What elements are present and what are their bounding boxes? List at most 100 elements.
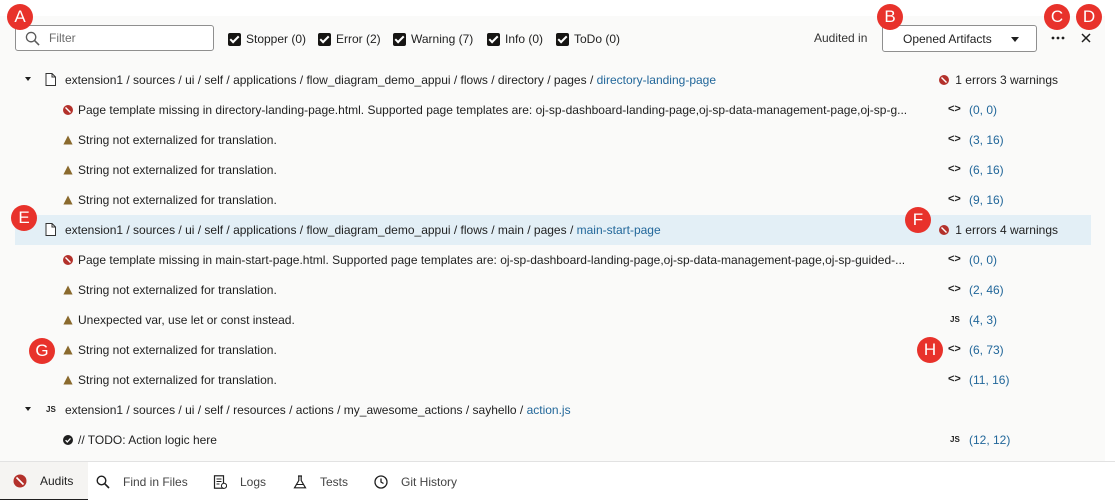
issue-message: Unexpected var, use let or const instead… <box>78 313 295 327</box>
file-icon <box>45 223 56 236</box>
more-options-button[interactable] <box>1049 30 1067 46</box>
warning-icon <box>63 375 73 385</box>
logs-icon <box>213 474 227 489</box>
flask-icon <box>293 474 307 488</box>
checkbox-checked-icon[interactable] <box>393 32 406 46</box>
issue-location-link[interactable]: (9, 16) <box>969 193 1004 207</box>
issue-message: String not externalized for translation. <box>78 373 277 387</box>
issue-message: String not externalized for translation. <box>78 133 277 147</box>
checkbox-label: Info (0) <box>505 32 544 46</box>
tab-find-in-files[interactable]: Find in Files <box>96 462 188 500</box>
callout-c: C <box>1044 4 1070 30</box>
issue-location-link[interactable]: (6, 73) <box>969 343 1004 357</box>
issue-row[interactable]: String not externalized for translation.… <box>15 185 1091 215</box>
html-code-icon: <> <box>948 373 961 385</box>
issue-row[interactable]: String not externalized for translation.… <box>15 275 1091 305</box>
html-code-icon: <> <box>948 103 961 115</box>
html-code-icon: <> <box>948 283 961 295</box>
issue-row[interactable]: // TODO: Action logic here JS (12, 12) <box>15 425 1091 455</box>
issue-location-link[interactable]: (6, 16) <box>969 163 1004 177</box>
issue-row[interactable]: Page template missing in directory-landi… <box>15 95 1091 125</box>
html-code-icon: <> <box>948 163 961 175</box>
issue-location-link[interactable]: (4, 3) <box>969 313 997 327</box>
checkbox-checked-icon[interactable] <box>228 32 241 46</box>
checkbox-label: Error (2) <box>336 32 381 46</box>
issue-message: // TODO: Action logic here <box>78 433 217 447</box>
file-link[interactable]: main-start-page <box>577 223 661 237</box>
checkbox-label: Warning (7) <box>411 32 474 46</box>
callout-a: A <box>7 4 33 30</box>
issue-message: Page template missing in main-start-page… <box>78 253 906 267</box>
warning-icon <box>63 165 73 175</box>
issue-message: String not externalized for translation. <box>78 343 277 357</box>
todo-check-icon <box>63 435 73 445</box>
issue-location-link[interactable]: (2, 46) <box>969 283 1004 297</box>
issue-row[interactable]: String not externalized for translation.… <box>15 125 1091 155</box>
callout-f: F <box>905 207 931 233</box>
issue-row[interactable]: Page template missing in main-start-page… <box>15 245 1091 275</box>
chevron-down-icon[interactable] <box>25 77 31 81</box>
file-path: extension1 / sources / ui / self / appli… <box>65 223 661 237</box>
issue-location-link[interactable]: (0, 0) <box>969 253 997 267</box>
search-icon <box>25 31 40 46</box>
audited-in-value: Opened Artifacts <box>903 32 992 46</box>
issue-message: String not externalized for translation. <box>78 163 277 177</box>
html-code-icon: <> <box>948 343 961 355</box>
callout-e: E <box>11 205 37 231</box>
checkbox-stopper[interactable]: Stopper (0) <box>228 31 306 47</box>
checkbox-checked-icon[interactable] <box>556 32 569 46</box>
filter-input[interactable] <box>49 30 199 46</box>
file-row[interactable]: JS extension1 / sources / ui / self / re… <box>15 395 1091 425</box>
issue-message: String not externalized for translation. <box>78 193 277 207</box>
error-icon <box>63 105 73 115</box>
issue-summary: 1 errors 4 warnings <box>939 223 1058 237</box>
error-icon <box>63 255 73 265</box>
close-button[interactable] <box>1078 30 1094 46</box>
issue-message: Page template missing in directory-landi… <box>78 103 908 117</box>
history-icon <box>374 474 388 489</box>
issue-row[interactable]: String not externalized for translation.… <box>15 365 1091 395</box>
checkbox-error[interactable]: Error (2) <box>318 31 381 47</box>
warning-icon <box>63 285 73 295</box>
checkbox-todo[interactable]: ToDo (0) <box>556 31 620 47</box>
js-file-icon: JS <box>46 405 56 414</box>
checkbox-label: ToDo (0) <box>574 32 621 46</box>
warning-icon <box>63 315 73 325</box>
issue-row[interactable]: Unexpected var, use let or const instead… <box>15 305 1091 335</box>
checkbox-label: Stopper (0) <box>246 32 307 46</box>
issue-location-link[interactable]: (0, 0) <box>969 103 997 117</box>
audited-in-select[interactable]: Opened Artifacts <box>882 25 1037 52</box>
file-icon <box>45 73 56 86</box>
issue-location-link[interactable]: (12, 12) <box>969 433 1010 447</box>
tab-audits[interactable]: Audits <box>0 462 88 500</box>
callout-b: B <box>877 4 903 30</box>
warning-icon <box>63 195 73 205</box>
issue-row[interactable]: String not externalized for translation.… <box>15 155 1091 185</box>
more-icon <box>1051 36 1065 40</box>
html-code-icon: <> <box>948 193 961 205</box>
file-row[interactable]: extension1 / sources / ui / self / appli… <box>15 65 1091 95</box>
audited-in-label: Audited in <box>814 31 868 45</box>
checkbox-warning[interactable]: Warning (7) <box>393 31 473 47</box>
chevron-down-icon <box>1011 37 1019 42</box>
chevron-down-icon[interactable] <box>25 407 31 411</box>
tab-tests[interactable]: Tests <box>293 462 348 500</box>
checkbox-checked-icon[interactable] <box>318 32 331 46</box>
checkbox-checked-icon[interactable] <box>487 32 500 46</box>
close-icon <box>1081 33 1091 43</box>
tab-logs[interactable]: Logs <box>213 462 266 500</box>
warning-icon <box>63 345 73 355</box>
file-link[interactable]: action.js <box>527 403 571 417</box>
tab-git-history[interactable]: Git History <box>374 462 457 500</box>
filter-field[interactable] <box>15 25 214 51</box>
callout-d: D <box>1076 4 1102 30</box>
issue-summary: 1 errors 3 warnings <box>939 73 1058 87</box>
file-path: extension1 / sources / ui / self / resou… <box>65 403 571 417</box>
search-icon <box>96 474 110 489</box>
file-link[interactable]: directory-landing-page <box>597 73 716 87</box>
file-path: extension1 / sources / ui / self / appli… <box>65 73 717 87</box>
checkbox-info[interactable]: Info (0) <box>487 31 543 47</box>
issue-location-link[interactable]: (11, 16) <box>969 373 1009 387</box>
html-code-icon: <> <box>948 133 961 145</box>
issue-location-link[interactable]: (3, 16) <box>969 133 1004 147</box>
